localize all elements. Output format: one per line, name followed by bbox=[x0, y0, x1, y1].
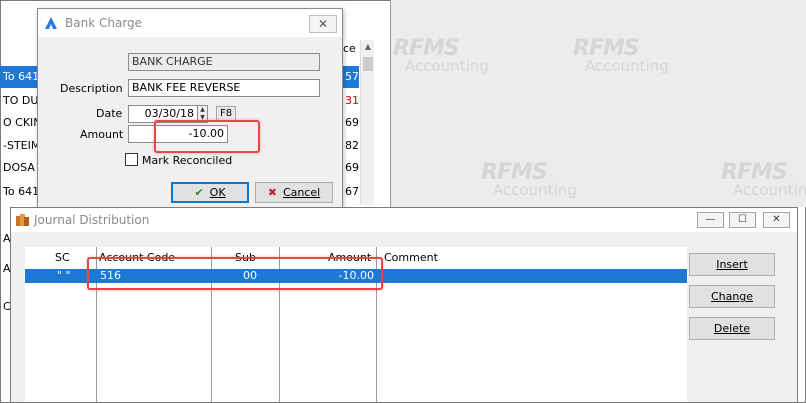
window-titlebar[interactable]: Journal Distribution — ☐ ✕ bbox=[11, 208, 797, 232]
list-item[interactable]: To 641 bbox=[0, 181, 40, 203]
scroll-thumb[interactable] bbox=[363, 57, 373, 71]
delete-button[interactable]: Delete bbox=[689, 317, 775, 340]
cancel-x-icon: ✖ bbox=[267, 186, 277, 199]
watermark-text: Accounting bbox=[405, 57, 489, 75]
list-item[interactable]: TO DU bbox=[0, 90, 40, 112]
spin-up-icon[interactable]: ▲ bbox=[198, 106, 207, 114]
cell-sc[interactable]: " " bbox=[57, 269, 71, 283]
window-title: Journal Distribution bbox=[34, 213, 150, 227]
date-label: Date bbox=[96, 107, 123, 120]
list-item[interactable]: O CKIN bbox=[0, 112, 40, 134]
list-item[interactable]: DOSA bbox=[0, 157, 40, 179]
ok-button-label: OK bbox=[209, 186, 226, 199]
list-scrollbar[interactable]: ▲ bbox=[360, 40, 374, 205]
watermark: RFMS Accounting bbox=[393, 36, 489, 75]
bank-charge-dialog: Bank Charge ✕ BANK CHARGE Description BA… bbox=[37, 8, 343, 208]
cancel-button[interactable]: ✖ Cancel bbox=[255, 182, 333, 203]
list-value: 69 bbox=[345, 116, 359, 129]
column-header-fragment: ce bbox=[343, 42, 356, 55]
list-item[interactable]: To 641 bbox=[0, 66, 40, 88]
list-value: 82 bbox=[345, 139, 359, 152]
change-button-label: Change bbox=[710, 290, 754, 303]
watermark-text: Accounting bbox=[493, 181, 577, 199]
cancel-button-label: Cancel bbox=[282, 186, 321, 199]
close-icon[interactable]: ✕ bbox=[763, 212, 790, 228]
list-value: 69 bbox=[345, 161, 359, 174]
scroll-up-icon[interactable]: ▲ bbox=[361, 42, 375, 54]
watermark-text: Accounting bbox=[733, 181, 806, 199]
mark-reconciled-checkbox[interactable] bbox=[125, 153, 138, 166]
insert-button[interactable]: Insert bbox=[689, 253, 775, 276]
watermark-area: RFMS Accounting RFMS Accounting RFMS Acc… bbox=[390, 0, 806, 207]
column-header-comment[interactable]: Comment bbox=[384, 251, 438, 264]
change-button[interactable]: Change bbox=[689, 285, 775, 308]
column-header-sc[interactable]: SC bbox=[55, 251, 70, 264]
description-field[interactable]: BANK FEE REVERSE bbox=[128, 79, 320, 97]
check-icon: ✔ bbox=[194, 186, 204, 199]
list-item[interactable]: -STEIM bbox=[0, 135, 40, 157]
watermark: RFMS Accounting bbox=[481, 160, 577, 199]
ledger-icon bbox=[16, 214, 29, 226]
list-value: 67 bbox=[345, 185, 359, 198]
watermark-text: Accounting bbox=[585, 57, 669, 75]
insert-button-label: Insert bbox=[716, 258, 748, 271]
delete-button-label: Delete bbox=[713, 322, 751, 335]
ok-button[interactable]: ✔ OK bbox=[171, 182, 249, 203]
close-icon[interactable]: ✕ bbox=[309, 15, 337, 33]
description-label: Description bbox=[60, 82, 123, 95]
dialog-titlebar[interactable]: Bank Charge ✕ bbox=[38, 9, 342, 37]
list-value: 31 bbox=[345, 94, 359, 107]
row-highlight bbox=[87, 257, 383, 290]
amount-highlight bbox=[154, 120, 260, 153]
app-icon bbox=[45, 17, 57, 29]
mark-reconciled-label: Mark Reconciled bbox=[142, 154, 233, 167]
minimize-icon[interactable]: — bbox=[697, 212, 724, 228]
journal-distribution-window: Journal Distribution — ☐ ✕ SC Account Co… bbox=[10, 207, 798, 403]
watermark: RFMS Accounting bbox=[573, 36, 669, 75]
watermark: RFMS Accounting bbox=[721, 160, 806, 199]
list-value: 57 bbox=[343, 66, 359, 88]
dialog-title: Bank Charge bbox=[65, 16, 143, 30]
amount-label: Amount bbox=[80, 128, 124, 141]
maximize-icon[interactable]: ☐ bbox=[729, 212, 756, 228]
type-field: BANK CHARGE bbox=[128, 53, 320, 71]
